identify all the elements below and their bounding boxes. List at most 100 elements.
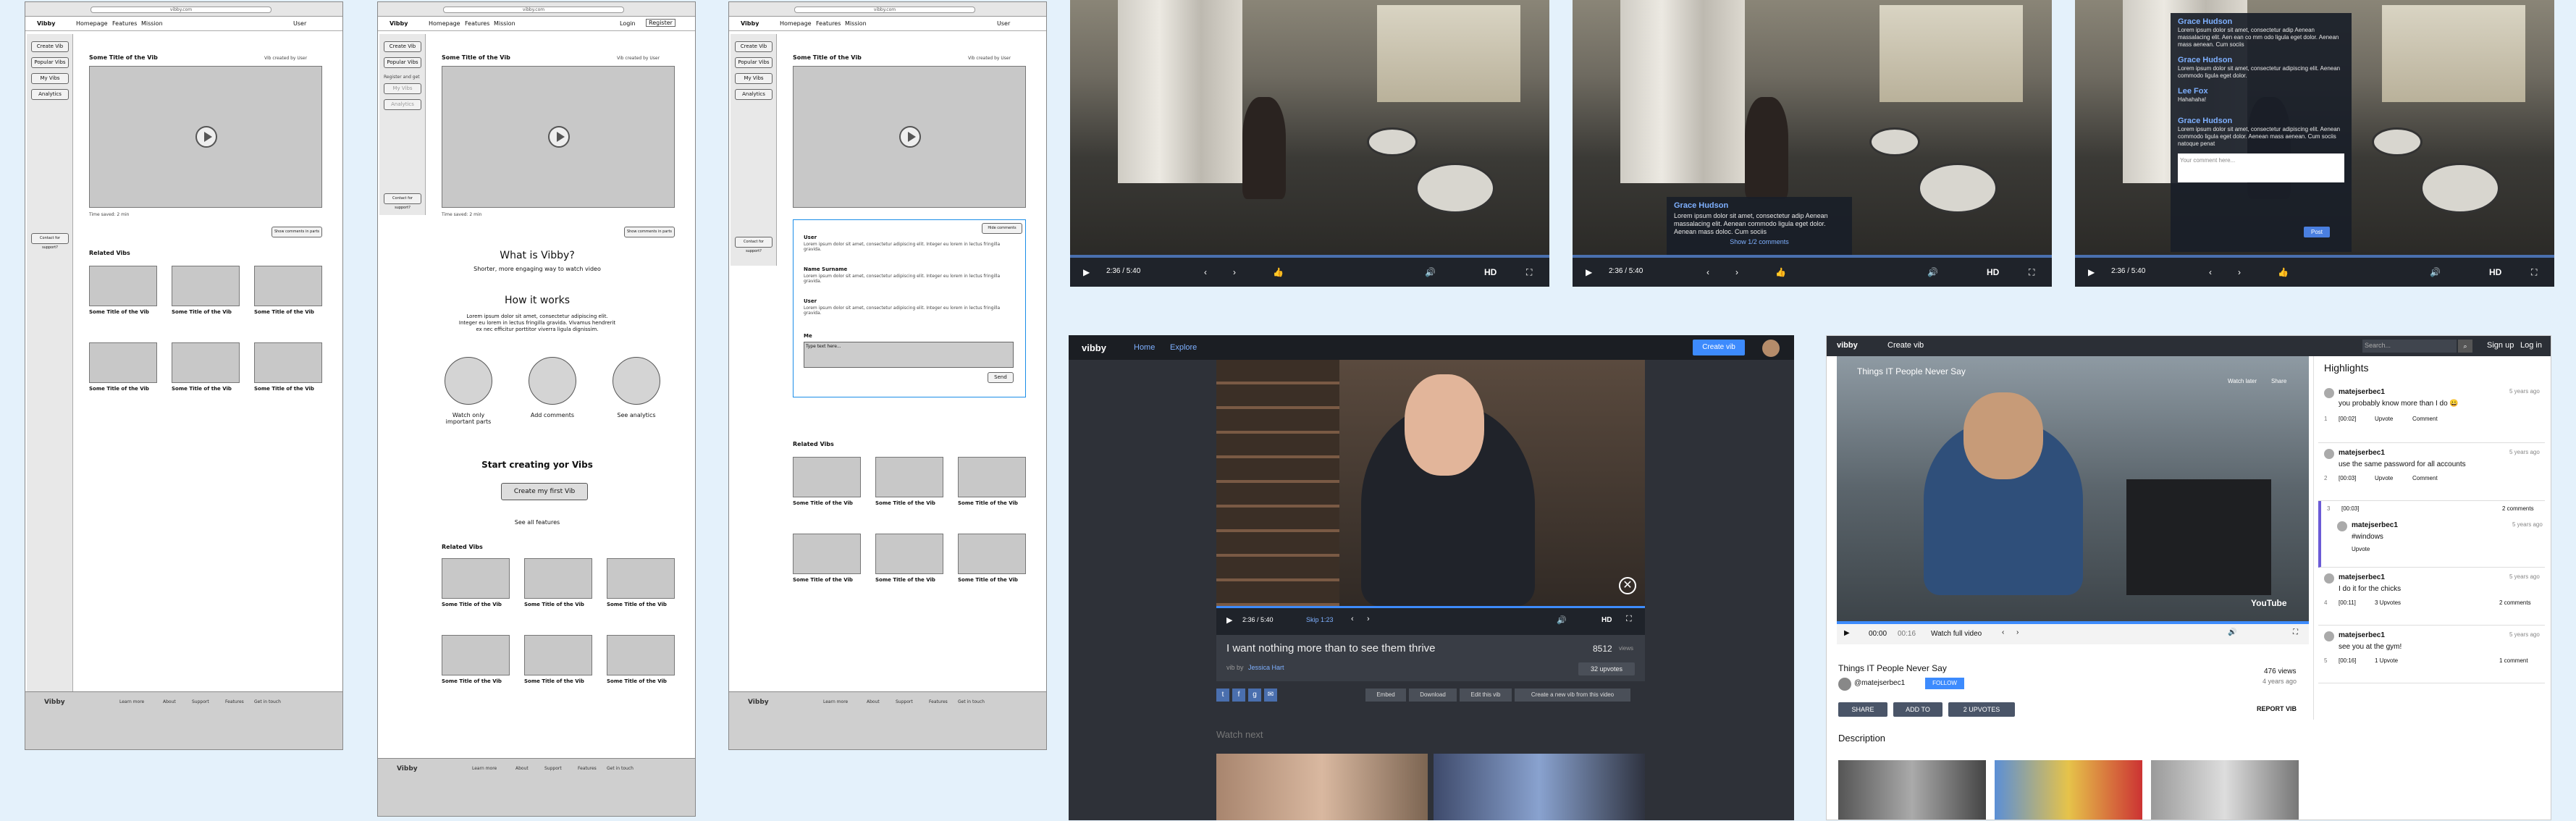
sidebar-my-vibs[interactable]: My Vibs xyxy=(384,83,421,94)
footer-logo[interactable]: Vibby xyxy=(748,699,769,706)
volume-icon[interactable]: 🔊 xyxy=(2430,267,2441,277)
highlight-timestamp[interactable]: [00:03] xyxy=(2339,475,2356,481)
sidebar-create-vib[interactable]: Create Vib xyxy=(735,41,773,52)
sidebar-popular-vibs[interactable]: Popular Vibs xyxy=(735,57,773,68)
volume-icon[interactable]: 🔊 xyxy=(1425,267,1436,277)
comment-link[interactable]: Comment xyxy=(2412,475,2438,481)
related-thumb[interactable] xyxy=(1995,760,2142,820)
next-video-thumb[interactable] xyxy=(1434,754,1645,820)
related-thumb[interactable] xyxy=(607,558,675,599)
related-thumb[interactable] xyxy=(958,457,1026,497)
sidebar-my-vibs[interactable]: My Vibs xyxy=(31,73,69,84)
sidebar-analytics[interactable]: Analytics xyxy=(31,89,69,100)
comment-link[interactable]: 2 comments xyxy=(2499,599,2531,606)
video-player[interactable] xyxy=(793,66,1026,208)
sidebar-analytics[interactable]: Analytics xyxy=(384,99,421,110)
related-thumb[interactable] xyxy=(1838,760,1986,820)
comment-link[interactable]: 1 comment xyxy=(2499,657,2528,664)
thumb-title[interactable]: Some Title of the Vib xyxy=(254,386,314,392)
sidebar-popular-vibs[interactable]: Popular Vibs xyxy=(31,57,69,68)
logo[interactable]: Vibby xyxy=(37,20,55,27)
thumb-title[interactable]: Some Title of the Vib xyxy=(607,678,667,684)
report-vib-link[interactable]: REPORT VIB xyxy=(2257,705,2297,712)
related-thumb[interactable] xyxy=(254,342,322,383)
highlight-user[interactable]: matejserbec1 xyxy=(2339,631,2385,639)
thumbs-up-icon[interactable]: 👍 xyxy=(2278,267,2289,277)
nav-features[interactable]: Features xyxy=(112,20,137,27)
upvote-link[interactable]: Upvote xyxy=(2375,416,2393,422)
send-button[interactable]: Send xyxy=(988,372,1014,383)
fullscreen-icon[interactable]: ⛶ xyxy=(2029,267,2034,278)
footer-logo[interactable]: Vibby xyxy=(44,699,65,706)
register-button[interactable]: Register xyxy=(646,19,675,27)
thumb-title[interactable]: Some Title of the Vib xyxy=(89,309,149,315)
description-toggle[interactable]: Description xyxy=(1838,733,1885,744)
download-button[interactable]: Download xyxy=(1409,689,1457,702)
next-icon[interactable]: › xyxy=(1735,267,1738,277)
related-thumb[interactable] xyxy=(607,635,675,675)
nav-mission[interactable]: Mission xyxy=(494,20,515,27)
fullscreen-icon[interactable]: ⛶ xyxy=(2531,267,2537,278)
thumb-title[interactable]: Some Title of the Vib xyxy=(875,577,935,583)
upvote-link[interactable]: Upvote xyxy=(2352,546,2370,552)
related-thumb[interactable] xyxy=(89,266,157,306)
sidebar-create-vib[interactable]: Create Vib xyxy=(31,41,69,52)
play-icon[interactable] xyxy=(195,126,217,148)
sidebar-my-vibs[interactable]: My Vibs xyxy=(735,73,773,84)
login-link[interactable]: Login xyxy=(620,20,636,27)
related-thumb[interactable] xyxy=(875,534,943,574)
thumb-title[interactable]: Some Title of the Vib xyxy=(793,500,853,506)
play-icon[interactable]: ▶ xyxy=(2088,267,2095,277)
thumb-title[interactable]: Some Title of the Vib xyxy=(442,602,502,607)
related-thumb[interactable] xyxy=(172,266,240,306)
progress-bar[interactable] xyxy=(2075,255,2554,258)
prev-icon[interactable]: ‹ xyxy=(1351,615,1354,623)
volume-icon[interactable]: 🔊 xyxy=(1927,267,1938,277)
comment-input[interactable]: Your comment here... xyxy=(2178,153,2344,182)
hide-comments-button[interactable]: Hide comments xyxy=(982,223,1022,234)
play-icon[interactable]: ▶ xyxy=(1083,267,1090,277)
video-frame-plain[interactable]: ▶ 2:36 / 5:40 ‹ › 👍 🔊 HD ⛶ xyxy=(1070,0,1549,287)
next-icon[interactable]: › xyxy=(1367,615,1370,623)
show-comments-button[interactable]: Show comments in parts xyxy=(272,227,322,237)
upvote-link[interactable]: 3 Upvotes xyxy=(2375,599,2401,606)
prev-icon[interactable]: ‹ xyxy=(1204,267,1207,277)
volume-icon[interactable]: 🔊 xyxy=(1557,615,1567,625)
comment-author[interactable]: Grace Hudson xyxy=(2178,56,2344,65)
highlight-item[interactable]: matejserbec1 5 years ago I do it for the… xyxy=(2318,568,2545,626)
related-thumb[interactable] xyxy=(254,266,322,306)
post-button[interactable]: Post xyxy=(2303,227,2330,237)
hd-label[interactable]: HD xyxy=(1484,267,1497,277)
user-label[interactable]: User xyxy=(293,20,306,27)
related-thumb[interactable] xyxy=(793,457,861,497)
url-bar[interactable]: vibby.com xyxy=(443,7,624,13)
nav-homepage[interactable]: Homepage xyxy=(429,20,460,27)
thumb-title[interactable]: Some Title of the Vib xyxy=(442,678,502,684)
play-icon[interactable]: ▶ xyxy=(1586,267,1592,277)
thumbs-up-icon[interactable]: 👍 xyxy=(1775,267,1786,277)
facebook-icon[interactable]: f xyxy=(1232,689,1245,702)
skip-label[interactable]: Skip 1:23 xyxy=(1306,616,1334,623)
thumb-title[interactable]: Some Title of the Vib xyxy=(875,500,935,506)
see-all-features-link[interactable]: See all features xyxy=(378,519,695,526)
avatar[interactable] xyxy=(1838,678,1851,691)
comment-author[interactable]: Grace Hudson xyxy=(2178,17,2344,27)
watch-later-label[interactable]: Watch later xyxy=(2228,378,2257,384)
channel-name[interactable]: @matejserbec1 xyxy=(1854,679,1905,687)
fullscreen-icon[interactable]: ⛶ xyxy=(1526,267,1532,278)
video-frame-comments-thread[interactable]: Grace Hudson Lorem ipsum dolor sit amet,… xyxy=(2075,0,2554,287)
next-video-thumb[interactable] xyxy=(1216,754,1428,820)
related-thumb[interactable] xyxy=(172,342,240,383)
nav-homepage[interactable]: Homepage xyxy=(76,20,108,27)
progress-bar[interactable] xyxy=(1216,606,1645,608)
highlight-timestamp[interactable]: [00:03] xyxy=(2341,505,2359,512)
progress-bar[interactable] xyxy=(1070,255,1549,258)
highlight-user[interactable]: matejserbec1 xyxy=(2339,449,2385,457)
search-icon[interactable]: ⌕ xyxy=(2458,340,2472,353)
video-player[interactable]: ✕ xyxy=(1216,360,1645,635)
add-to-button[interactable]: ADD TO xyxy=(1893,702,1942,717)
prev-icon[interactable]: ‹ xyxy=(2209,267,2212,277)
play-icon[interactable] xyxy=(548,126,570,148)
search-input[interactable]: Search... xyxy=(2362,340,2457,353)
nav-explore[interactable]: Explore xyxy=(1170,343,1197,352)
